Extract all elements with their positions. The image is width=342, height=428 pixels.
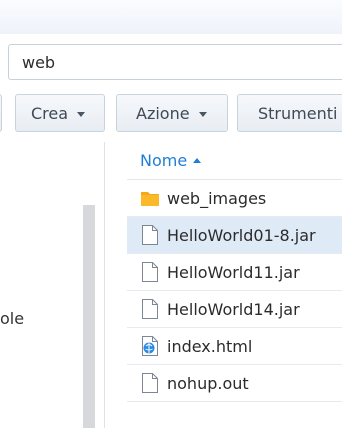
action-button-label: Azione bbox=[136, 103, 190, 123]
back-button[interactable] bbox=[0, 94, 2, 132]
file-row[interactable]: HelloWorld14.jar bbox=[127, 291, 342, 328]
file-icon bbox=[142, 262, 158, 282]
file-icon bbox=[142, 299, 158, 319]
column-header-name[interactable]: Nome bbox=[140, 151, 202, 170]
file-name: nohup.out bbox=[167, 373, 249, 393]
path-bar[interactable] bbox=[8, 44, 342, 80]
file-row[interactable]: web_images bbox=[127, 180, 342, 217]
html-file-icon bbox=[142, 336, 158, 356]
file-row[interactable]: HelloWorld11.jar bbox=[127, 254, 342, 291]
file-row[interactable]: index.html bbox=[127, 328, 342, 365]
pane-divider[interactable] bbox=[104, 142, 105, 428]
file-name: HelloWorld01-8.jar bbox=[167, 225, 316, 245]
folder-icon bbox=[141, 192, 159, 206]
file-name: HelloWorld14.jar bbox=[167, 299, 300, 319]
file-name: web_images bbox=[167, 188, 267, 208]
sort-ascending-icon bbox=[193, 158, 202, 163]
tools-button-label: Strumenti bbox=[258, 103, 338, 123]
file-icon bbox=[142, 225, 158, 245]
file-name: index.html bbox=[167, 336, 253, 356]
path-input[interactable] bbox=[9, 45, 322, 79]
create-button-label: Crea bbox=[31, 103, 69, 123]
create-button[interactable]: Crea bbox=[15, 94, 105, 132]
chevron-down-icon bbox=[77, 111, 86, 117]
column-header-name-label: Nome bbox=[140, 151, 188, 170]
file-row[interactable]: nohup.out bbox=[127, 365, 342, 402]
chevron-down-icon bbox=[198, 111, 207, 117]
window-header bbox=[0, 0, 342, 34]
file-row[interactable]: HelloWorld01-8.jar bbox=[127, 217, 342, 254]
folder-tree-scrollbar[interactable] bbox=[83, 205, 95, 428]
file-icon bbox=[142, 373, 158, 393]
tools-button[interactable]: Strumenti bbox=[237, 94, 342, 132]
folder-tree-item-label[interactable]: ole bbox=[0, 309, 24, 328]
action-button[interactable]: Azione bbox=[116, 94, 228, 132]
file-name: HelloWorld11.jar bbox=[167, 262, 300, 282]
file-list: Nome web_images HelloWorld01-8.jar Hello… bbox=[127, 142, 342, 428]
file-list-header: Nome bbox=[127, 142, 342, 180]
